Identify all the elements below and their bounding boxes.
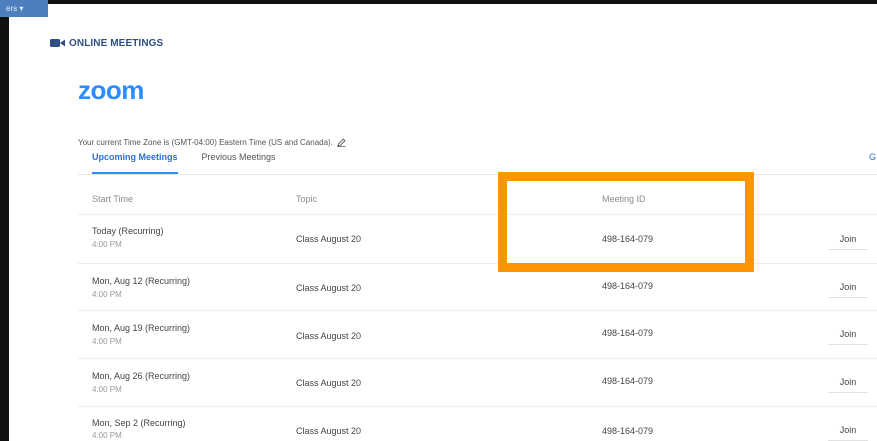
window-top-border	[0, 0, 877, 4]
join-button[interactable]: Join	[828, 323, 868, 345]
join-button[interactable]: Join	[828, 371, 868, 393]
row-date: Mon, Aug 26 (Recurring)	[92, 371, 191, 381]
join-button[interactable]: Join	[828, 228, 868, 250]
row-meeting-id: 498-164-079	[602, 328, 654, 338]
row-meeting-id: 498-164-079	[602, 281, 654, 291]
row-date: Mon, Sep 2 (Recurring)	[92, 418, 186, 428]
row-topic: Class August 20	[296, 283, 362, 293]
row-divider	[78, 214, 877, 215]
meeting-id-highlight-box	[498, 172, 754, 272]
section-title: ONLINE MEETINGS	[69, 37, 164, 49]
video-camera-icon	[50, 39, 65, 47]
row-date: Mon, Aug 12 (Recurring)	[92, 276, 191, 286]
tab-previous-meetings[interactable]: Previous Meetings	[202, 152, 276, 174]
section-header: ONLINE MEETINGS	[50, 36, 163, 50]
join-button[interactable]: Join	[828, 419, 868, 441]
window-left-border	[0, 0, 9, 441]
row-meeting-id: 498-164-079	[602, 376, 654, 386]
meeting-tabs: Upcoming Meetings Previous Meetings	[92, 152, 276, 174]
row-time: 4:00 PM	[92, 431, 122, 440]
row-topic: Class August 20	[296, 426, 362, 436]
timezone-note: Your current Time Zone is (GMT-04:00) Ea…	[78, 138, 346, 147]
zoom-logo: zoom	[78, 75, 144, 105]
row-topic: Class August 20	[296, 331, 362, 341]
row-divider	[78, 310, 877, 311]
pencil-icon[interactable]	[337, 138, 346, 147]
row-divider	[78, 358, 877, 359]
row-date: Mon, Aug 19 (Recurring)	[92, 323, 191, 333]
row-time: 4:00 PM	[92, 290, 122, 299]
row-divider	[78, 263, 877, 264]
row-time: 4:00 PM	[92, 337, 122, 346]
corner-menu-tab[interactable]: ers ▾	[0, 0, 48, 17]
timezone-text: Your current Time Zone is (GMT-04:00) Ea…	[78, 138, 333, 147]
column-header-topic: Topic	[296, 194, 318, 204]
row-time: 4:00 PM	[92, 385, 122, 394]
row-topic: Class August 20	[296, 378, 362, 388]
join-button[interactable]: Join	[828, 276, 868, 298]
tab-upcoming-meetings[interactable]: Upcoming Meetings	[92, 152, 178, 174]
row-time: 4:00 PM	[92, 240, 122, 249]
tabs-divider	[78, 174, 877, 175]
cut-off-link[interactable]: G	[869, 152, 876, 162]
column-header-start-time: Start Time	[92, 194, 134, 204]
row-divider	[78, 406, 877, 407]
row-date: Today (Recurring)	[92, 226, 164, 236]
row-topic: Class August 20	[296, 234, 362, 244]
row-meeting-id: 498-164-079	[602, 426, 654, 436]
